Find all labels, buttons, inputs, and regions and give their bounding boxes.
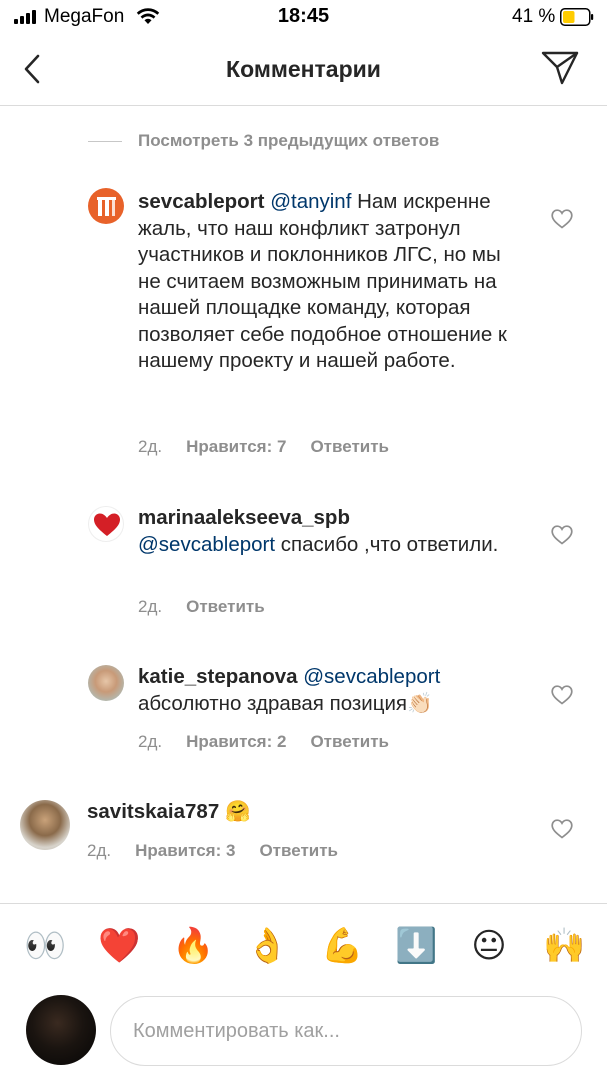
- comment-username[interactable]: savitskaia787: [87, 800, 219, 823]
- reply-button[interactable]: Ответить: [310, 437, 389, 456]
- reply-button[interactable]: Ответить: [186, 597, 265, 616]
- comment-username[interactable]: katie_stepanova: [138, 665, 298, 688]
- comment-time: 2д.: [138, 732, 163, 751]
- likes-count[interactable]: Нравится: 2: [186, 732, 286, 751]
- comment-username[interactable]: marinaalekseeva_spb: [138, 506, 350, 529]
- comment-text: katie_stepanova @sevcableport абсолютно …: [138, 664, 518, 717]
- avatar[interactable]: [20, 800, 70, 850]
- status-bar: MegaFon 18:45 41 %: [0, 0, 607, 36]
- page-title: Комментарии: [226, 56, 381, 82]
- comment-text: marinaalekseeva_spb @sevcableport спасиб…: [138, 505, 518, 558]
- mention-link[interactable]: @sevcableport: [138, 533, 275, 556]
- eyes-emoji-button[interactable]: 👀: [24, 926, 66, 966]
- comment-input[interactable]: [110, 996, 582, 1066]
- comment-text: savitskaia787 🤗: [87, 799, 527, 826]
- avatar[interactable]: [88, 665, 124, 701]
- paper-plane-icon[interactable]: [540, 50, 580, 86]
- comments-header: Комментарии: [0, 36, 607, 106]
- battery-icon: [560, 8, 594, 26]
- reply-button[interactable]: Ответить: [310, 732, 389, 751]
- neutral-face-emoji-button[interactable]: 😐: [469, 926, 509, 966]
- brand-logo-icon: [97, 197, 116, 216]
- avatar[interactable]: [88, 506, 124, 542]
- reply-button[interactable]: Ответить: [259, 841, 338, 860]
- comment-time: 2д.: [87, 841, 112, 860]
- comment-meta: 2д. Нравится: 3 Ответить: [87, 841, 362, 861]
- mention-link[interactable]: @tanyinf: [270, 190, 351, 213]
- raising-hands-emoji-button[interactable]: 🙌: [543, 926, 585, 966]
- fire-emoji-button[interactable]: 🔥: [172, 926, 214, 966]
- comment-body: Нам искренне жаль, что наш конфликт затр…: [138, 190, 507, 372]
- like-heart-icon[interactable]: [551, 819, 573, 839]
- replies-divider: [88, 141, 122, 142]
- flexed-biceps-emoji-button[interactable]: 💪: [321, 926, 363, 966]
- like-heart-icon[interactable]: [551, 209, 573, 229]
- likes-count[interactable]: Нравится: 3: [135, 841, 235, 860]
- comment-meta: 2д. Нравится: 2 Ответить: [138, 732, 413, 752]
- comment-body: абсолютно здравая позиция: [138, 691, 408, 715]
- ok-hand-emoji-button[interactable]: 👌: [246, 926, 288, 966]
- like-heart-icon[interactable]: [551, 685, 573, 705]
- like-heart-icon[interactable]: [551, 525, 573, 545]
- comment-body: спасибо ,что ответили.: [275, 532, 499, 556]
- battery-percentage: 41 %: [512, 6, 556, 27]
- view-previous-replies-link[interactable]: Посмотреть 3 предыдущих ответов: [138, 131, 439, 151]
- comment-meta: 2д. Нравится: 7 Ответить: [138, 437, 413, 457]
- comment-time: 2д.: [138, 437, 163, 456]
- hugging-face-emoji: 🤗: [224, 800, 251, 823]
- mention-link[interactable]: @sevcableport: [303, 665, 440, 688]
- emoji-quick-bar: 👀 ❤️ 🔥 👌 💪 ⬇️ 😐 🙌: [0, 903, 607, 989]
- clapping-hands-emoji: 👏🏻: [407, 691, 433, 715]
- comment-meta: 2д. Ответить: [138, 597, 289, 617]
- red-heart-emoji-button[interactable]: ❤️: [98, 926, 140, 966]
- likes-count[interactable]: Нравится: 7: [186, 437, 286, 456]
- comment-text: sevcableport @tanyinf Нам искренне жаль,…: [138, 189, 518, 375]
- current-user-avatar: [26, 995, 96, 1065]
- comment-time: 2д.: [138, 597, 163, 616]
- avatar[interactable]: [88, 188, 124, 224]
- comment-username[interactable]: sevcableport: [138, 190, 264, 213]
- down-arrow-emoji-button[interactable]: ⬇️: [395, 926, 437, 966]
- red-heart-icon: [94, 513, 120, 536]
